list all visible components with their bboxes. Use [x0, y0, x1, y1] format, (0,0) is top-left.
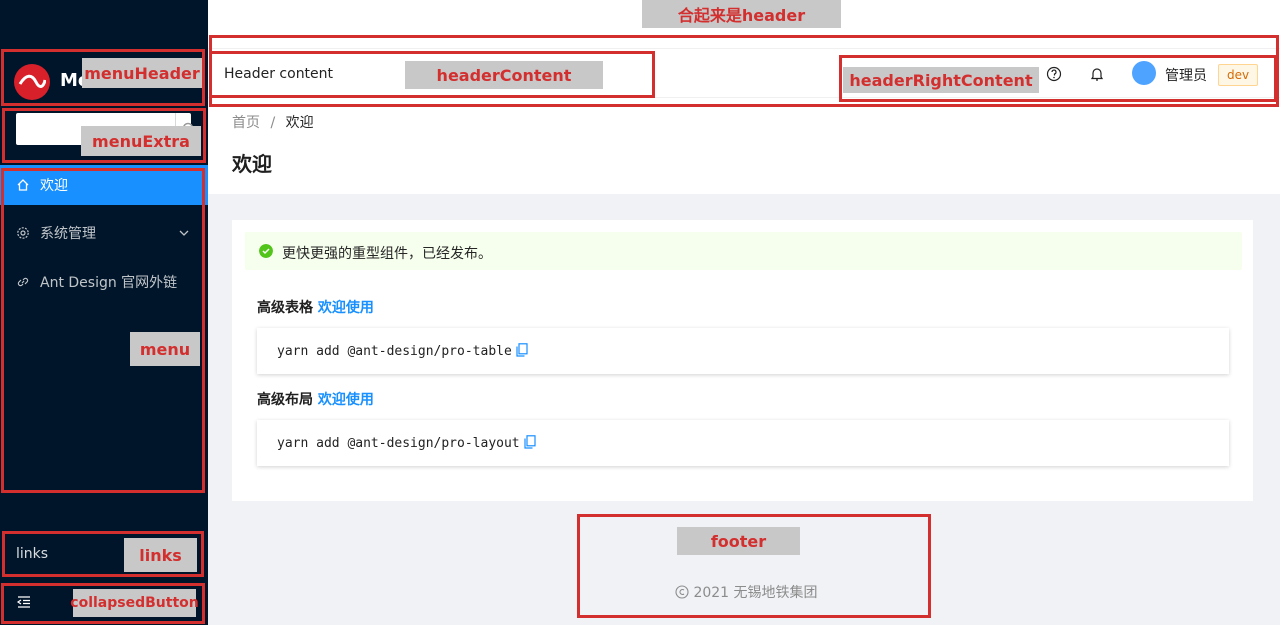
annotation-menuheader-label: menuHeader — [82, 58, 202, 88]
page-title: 欢迎 — [232, 152, 272, 176]
check-circle-icon — [259, 244, 273, 258]
breadcrumb: 首页 / 欢迎 — [232, 112, 314, 132]
annotation-links-label: links — [124, 538, 197, 572]
annotation-headercontent-label: headerContent — [405, 61, 603, 89]
section-title-text: 高级布局 — [257, 392, 313, 408]
alert-text: 更快更强的重型组件，已经发布。 — [282, 246, 492, 262]
annotation-collapsedbutton-label: collapsedButton — [70, 589, 199, 617]
section-title-text: 高级表格 — [257, 300, 313, 316]
breadcrumb-separator: / — [270, 115, 276, 131]
annotation-menu-label: menu — [130, 332, 200, 366]
breadcrumb-current: 欢迎 — [285, 115, 314, 131]
code-block: yarn add @ant-design/pro-table — [257, 328, 1229, 374]
copy-icon[interactable] — [516, 343, 528, 357]
breadcrumb-home[interactable]: 首页 — [232, 115, 260, 131]
code-text: yarn add @ant-design/pro-layout — [277, 435, 536, 451]
section-link[interactable]: 欢迎使用 — [318, 300, 374, 316]
code-command: yarn add @ant-design/pro-table — [277, 344, 512, 359]
annotation-menu-box — [1, 168, 205, 493]
section-link[interactable]: 欢迎使用 — [318, 392, 374, 408]
section-title: 高级布局 欢迎使用 — [257, 389, 374, 409]
code-text: yarn add @ant-design/pro-table — [277, 343, 528, 359]
annotation-footer-label: footer — [677, 527, 800, 555]
annotation-headerrightcontent-label: headerRightContent — [843, 67, 1039, 93]
section-title: 高级表格 欢迎使用 — [257, 297, 374, 317]
page-header — [208, 98, 1280, 194]
code-block: yarn add @ant-design/pro-layout — [257, 420, 1229, 466]
annotation-header-label: 合起来是header — [642, 0, 841, 28]
code-command: yarn add @ant-design/pro-layout — [277, 436, 520, 451]
annotation-menuextra-label: menuExtra — [81, 126, 201, 156]
copy-icon[interactable] — [524, 435, 536, 449]
